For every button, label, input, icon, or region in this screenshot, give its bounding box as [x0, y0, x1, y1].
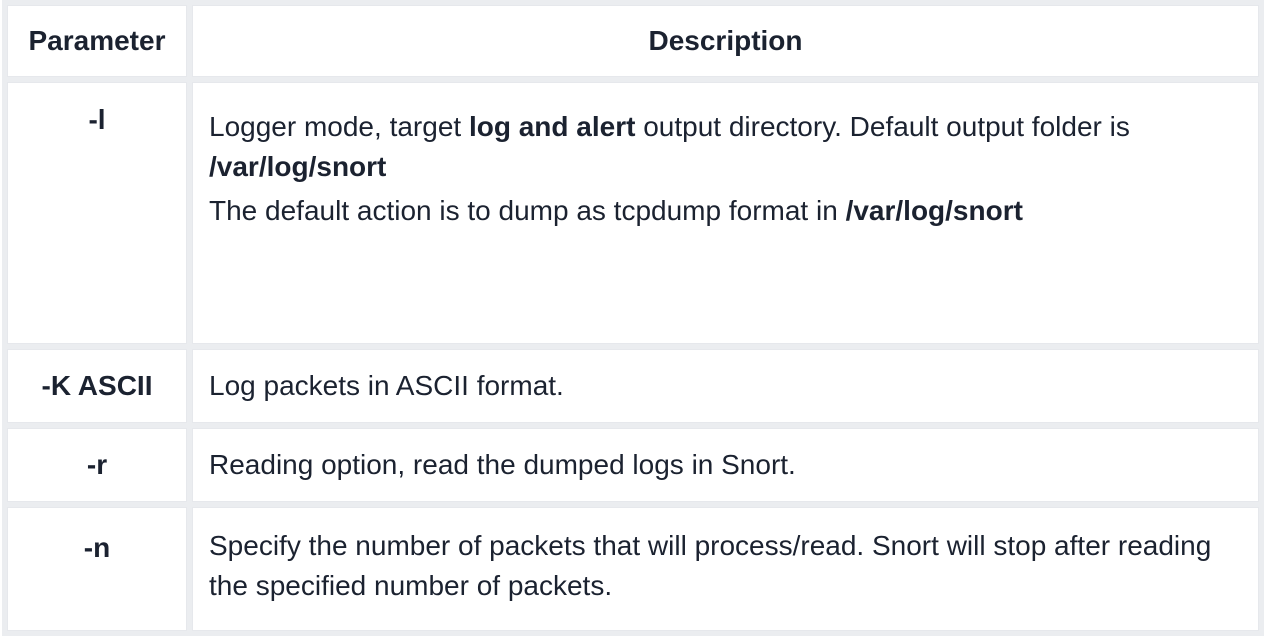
table-row: -l Logger mode, target log and alert out…: [7, 82, 1259, 344]
table-row: -n Specify the number of packets that wi…: [7, 507, 1259, 631]
param-cell: -K ASCII: [7, 349, 187, 423]
table-row: -K ASCII Log packets in ASCII format.: [7, 349, 1259, 423]
table-header-row: Parameter Description: [7, 5, 1259, 77]
param-cell: -n: [7, 507, 187, 631]
description-text: output directory. Default output folder …: [635, 111, 1130, 142]
description-text: Logger mode, target: [209, 111, 469, 142]
description-path: /var/log/snort: [209, 151, 387, 182]
param-cell: -l: [7, 82, 187, 344]
description-text: The default action is to dump as tcpdump…: [209, 195, 846, 226]
description-cell: Specify the number of packets that will …: [192, 507, 1259, 631]
description-emphasis: log and alert: [468, 111, 636, 142]
description-path: /var/log/snort: [845, 195, 1023, 226]
header-parameter: Parameter: [7, 5, 187, 77]
param-cell: -r: [7, 428, 187, 502]
description-cell: Log packets in ASCII format.: [192, 349, 1259, 423]
description-cell: Logger mode, target log and alert output…: [192, 82, 1259, 344]
description-cell: Reading option, read the dumped logs in …: [192, 428, 1259, 502]
description-paragraph: The default action is to dump as tcpdump…: [209, 191, 1242, 231]
table-row: -r Reading option, read the dumped logs …: [7, 428, 1259, 502]
header-description: Description: [192, 5, 1259, 77]
parameter-table: Parameter Description -l Logger mode, ta…: [2, 0, 1264, 636]
description-paragraph: Logger mode, target log and alert output…: [209, 107, 1242, 187]
